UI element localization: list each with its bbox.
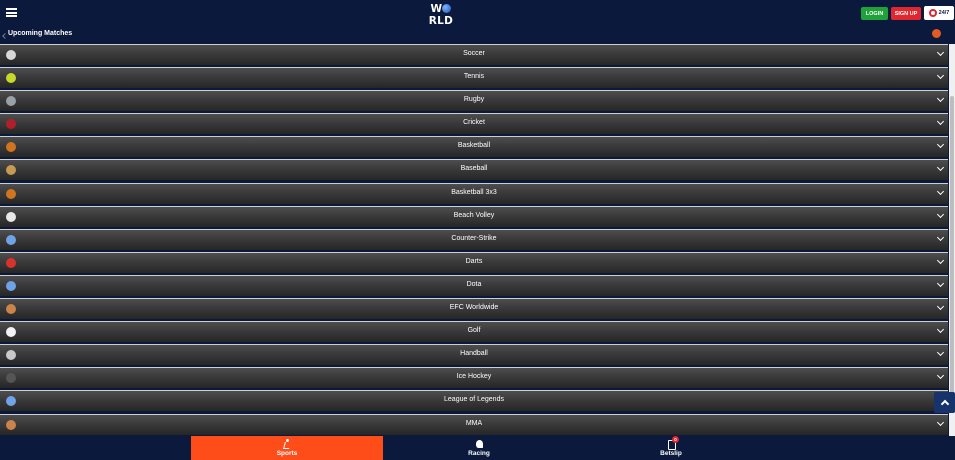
tab-sports[interactable]: Sports <box>191 436 383 460</box>
sport-name: Dota <box>466 280 482 288</box>
sport-name: Rugby <box>463 96 485 104</box>
menu-icon[interactable] <box>6 8 17 17</box>
sport-name: Ice Hockey <box>456 373 492 381</box>
globe-icon <box>442 4 452 13</box>
sport-row[interactable]: Baseball <box>0 159 948 181</box>
sport-row[interactable]: Soccer <box>0 44 948 65</box>
scrollbar[interactable] <box>949 44 955 436</box>
sport-name: Handball <box>460 350 488 358</box>
sport-row[interactable]: Basketball <box>0 136 948 158</box>
tab-racing-label: Racing <box>468 450 490 457</box>
lifebuoy-icon <box>928 9 937 17</box>
support-label: 24/7 <box>938 10 950 16</box>
sports-list: Soccer Tennis Rugby Cricket Basketball Baseba… <box>0 44 948 436</box>
logo-tail: RLD <box>428 15 454 27</box>
sport-row[interactable]: Cricket <box>0 113 948 135</box>
section-header: Upcoming Matches <box>0 28 955 44</box>
sport-name: Darts <box>465 257 483 265</box>
sport-row[interactable]: Tennis <box>0 67 948 89</box>
sport-name: Basketball 3x3 <box>451 188 497 196</box>
scroll-to-top-button[interactable] <box>934 392 955 413</box>
sport-row[interactable]: Dota <box>0 274 948 296</box>
sport-row[interactable]: EFC Worldwide <box>0 298 948 320</box>
tab-betslip[interactable]: 0 Betslip <box>575 436 767 460</box>
tab-betslip-label: Betslip <box>660 450 682 457</box>
sport-name: Tennis <box>463 73 485 81</box>
section-title: Upcoming Matches <box>8 30 73 37</box>
betslip-icon: 0 <box>666 436 679 450</box>
tab-sports-label: Sports <box>276 450 298 457</box>
sport-row[interactable]: MMA <box>0 413 948 435</box>
sport-row[interactable]: League of Legends <box>0 390 948 412</box>
sport-name: EFC Worldwide <box>449 304 499 312</box>
sport-name: Baseball <box>460 165 488 173</box>
tab-racing[interactable]: Racing <box>383 436 575 460</box>
sport-row[interactable]: Handball <box>0 344 948 366</box>
horse-head-icon <box>474 439 484 449</box>
sport-name: Basketball <box>457 142 491 150</box>
logo-letter: W <box>430 3 443 15</box>
sport-row[interactable]: Beach Volley <box>0 205 948 227</box>
sport-name: Golf <box>467 327 481 335</box>
sport-row[interactable]: Golf <box>0 321 948 343</box>
top-header: WRLD SPORTS BETTING LOGIN SIGN UP 24/7 <box>0 0 955 32</box>
running-man-icon <box>282 439 292 449</box>
signup-button[interactable]: SIGN UP <box>891 7 921 20</box>
support-button[interactable]: 24/7 <box>924 6 954 20</box>
chevron-up-icon <box>940 399 949 409</box>
sport-name: Beach Volley <box>453 211 495 219</box>
sport-name: Counter-Strike <box>451 234 497 242</box>
sport-name: Cricket <box>463 119 485 127</box>
login-button[interactable]: LOGIN <box>861 7 888 20</box>
sport-name: Soccer <box>463 50 485 57</box>
sport-name: League of Legends <box>444 396 504 404</box>
site-logo[interactable]: WRLD SPORTS BETTING <box>419 3 463 32</box>
sport-row[interactable]: Rugby <box>0 90 948 112</box>
scrollbar-thumb[interactable] <box>950 96 954 401</box>
sport-row[interactable]: Ice Hockey <box>0 367 948 389</box>
bottom-nav: Sports Racing 0 Betslip <box>0 436 955 460</box>
sport-row[interactable]: Basketball 3x3 <box>0 182 948 204</box>
language-flag-icon[interactable] <box>932 29 941 38</box>
chevron-left-icon[interactable] <box>2 33 8 39</box>
sport-row[interactable]: Darts <box>0 251 948 273</box>
sport-name: MMA <box>465 419 483 427</box>
betslip-count-badge: 0 <box>672 436 679 443</box>
sport-row[interactable]: Counter-Strike <box>0 228 948 250</box>
